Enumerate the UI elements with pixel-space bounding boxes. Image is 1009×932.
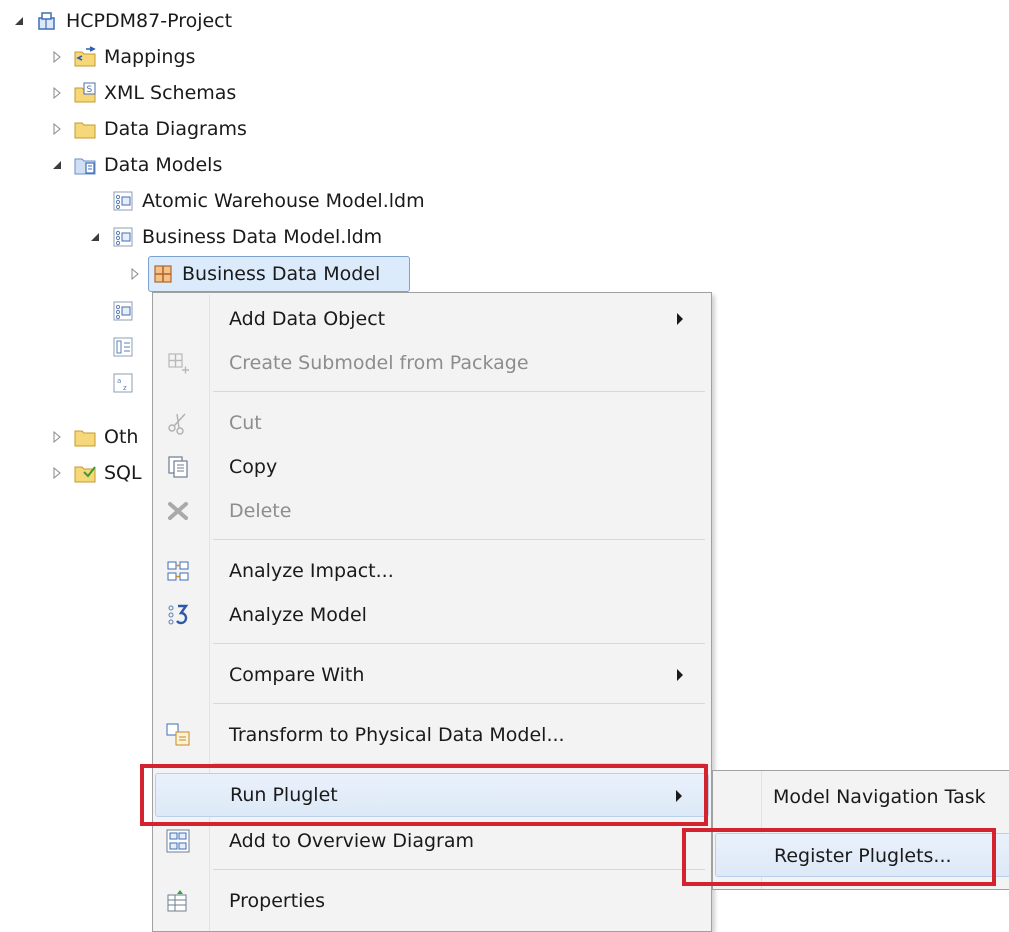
tree-item-sql[interactable]: SQL	[48, 456, 142, 490]
tree-item-data-diagrams[interactable]: Data Diagrams	[48, 112, 247, 146]
mapping-folder-icon	[74, 46, 96, 68]
svg-text:S: S	[87, 85, 93, 95]
ldm-file-icon	[112, 190, 134, 212]
menu-item-label: Transform to Physical Data Model...	[229, 724, 565, 746]
dictionary-file-icon	[112, 336, 134, 358]
analyze-impact-icon	[165, 558, 191, 584]
schema-folder-icon: S	[74, 82, 96, 104]
menu-item-compare-with[interactable]: Compare With	[155, 653, 709, 697]
copy-icon	[165, 454, 191, 480]
tree-item-label: Business Data Model.ldm	[142, 226, 383, 248]
menu-item-copy[interactable]: Copy	[155, 445, 709, 489]
expanded-triangle-icon[interactable]	[10, 12, 28, 30]
tree-item-hidden-file-1[interactable]	[112, 294, 142, 328]
folder-icon	[74, 118, 96, 140]
collapsed-triangle-icon[interactable]	[48, 464, 66, 482]
tree-item-label: Business Data Model	[182, 263, 381, 285]
properties-icon	[165, 888, 191, 914]
menu-separator	[213, 539, 705, 540]
collapsed-triangle-icon[interactable]	[48, 428, 66, 446]
menu-item-transform-physical[interactable]: Transform to Physical Data Model...	[155, 713, 709, 757]
tree-item-atomic-warehouse-model[interactable]: Atomic Warehouse Model.ldm	[112, 184, 425, 218]
tree-item-label: Oth	[104, 426, 139, 448]
submenu-arrow-icon	[677, 669, 683, 681]
tree-item-label: XML Schemas	[104, 82, 237, 104]
ldm-file-icon	[112, 226, 134, 248]
tree-item-hidden-file-2[interactable]	[112, 330, 142, 364]
collapsed-triangle-icon[interactable]	[48, 120, 66, 138]
menu-separator	[213, 869, 705, 870]
menu-item-analyze-model[interactable]: Analyze Model	[155, 593, 709, 637]
svg-text:z: z	[123, 384, 127, 392]
menu-item-add-data-object[interactable]: Add Data Object	[155, 297, 709, 341]
highlight-box-register-pluglets	[682, 828, 996, 886]
menu-separator	[213, 391, 705, 392]
highlight-box-run-pluglet	[140, 764, 708, 826]
tree-item-label: Data Diagrams	[104, 118, 247, 140]
sql-folder-icon	[74, 462, 96, 484]
folder-icon	[74, 426, 96, 448]
tree-item-mappings[interactable]: Mappings	[48, 40, 195, 74]
menu-item-label: Copy	[229, 456, 278, 478]
package-icon	[152, 263, 174, 285]
submenu-item-model-navigation-task[interactable]: Model Navigation Task	[715, 775, 1009, 819]
analyze-model-icon	[165, 602, 191, 628]
glossary-file-icon: az	[112, 372, 134, 394]
menu-item-label: Add Data Object	[229, 308, 386, 330]
overview-diagram-icon	[165, 828, 191, 854]
data-models-folder-icon	[74, 154, 96, 176]
tree-item-label: Atomic Warehouse Model.ldm	[142, 190, 425, 212]
tree-item-label: SQL	[104, 462, 142, 484]
menu-item-label: Properties	[229, 890, 326, 912]
tree-item-xml-schemas[interactable]: S XML Schemas	[48, 76, 236, 110]
tree-item-other[interactable]: Oth	[48, 420, 138, 454]
tree-item-hidden-file-3[interactable]: az	[112, 366, 142, 400]
delete-x-icon	[165, 498, 191, 524]
menu-item-analyze-impact[interactable]: Analyze Impact...	[155, 549, 709, 593]
menu-item-delete: Delete	[155, 489, 709, 533]
tree-item-project[interactable]: HCPDM87-Project	[10, 4, 232, 38]
menu-item-label: Analyze Model	[229, 604, 367, 626]
tree-item-business-data-model[interactable]: Business Data Model	[126, 257, 380, 291]
menu-separator	[213, 703, 705, 704]
ldm-file-icon	[112, 300, 134, 322]
tree-item-business-data-model-file[interactable]: Business Data Model.ldm	[86, 220, 382, 254]
tree-item-label: Mappings	[104, 46, 196, 68]
expanded-triangle-icon[interactable]	[48, 156, 66, 174]
create-submodel-icon	[165, 350, 191, 376]
expanded-triangle-icon[interactable]	[86, 228, 104, 246]
submenu-arrow-icon	[677, 313, 683, 325]
transform-icon	[165, 722, 191, 748]
menu-item-properties[interactable]: Properties	[155, 879, 709, 923]
collapsed-triangle-icon[interactable]	[126, 265, 144, 283]
scissors-icon	[165, 410, 191, 436]
menu-item-label: Cut	[229, 412, 262, 434]
menu-item-label: Create Submodel from Package	[229, 352, 529, 374]
menu-item-label: Model Navigation Task	[773, 786, 986, 808]
menu-item-label: Delete	[229, 500, 292, 522]
project-icon	[36, 10, 58, 32]
tree-item-data-models[interactable]: Data Models	[48, 148, 222, 182]
tree-item-label: HCPDM87-Project	[66, 10, 233, 32]
menu-item-label: Compare With	[229, 664, 365, 686]
menu-separator	[213, 643, 705, 644]
svg-text:a: a	[117, 377, 121, 385]
menu-item-create-submodel: Create Submodel from Package	[155, 341, 709, 385]
tree-item-label: Data Models	[104, 154, 223, 176]
menu-item-cut: Cut	[155, 401, 709, 445]
collapsed-triangle-icon[interactable]	[48, 84, 66, 102]
menu-item-label: Analyze Impact...	[229, 560, 394, 582]
collapsed-triangle-icon[interactable]	[48, 48, 66, 66]
context-menu: Add Data Object Create Submodel from Pac…	[152, 292, 712, 932]
